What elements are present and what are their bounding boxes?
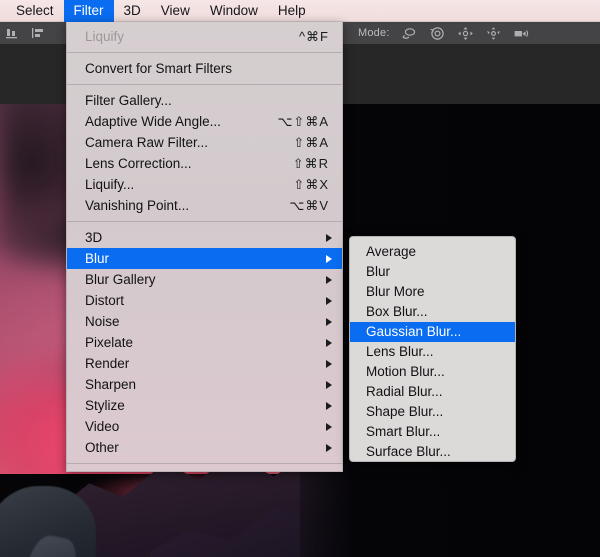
menu-bar: Select Filter 3D View Window Help [0,0,600,22]
menu-item-label: Sharpen [85,377,137,392]
chevron-right-icon [326,359,332,368]
menu-separator [67,463,342,464]
menu-item-label: Adaptive Wide Angle... [85,114,221,129]
menu-item-stylize[interactable]: Stylize [67,395,342,416]
chevron-right-icon [326,317,332,326]
menu-item-label: Blur Gallery [85,272,156,287]
submenu-item-average[interactable]: Average [350,242,515,262]
chevron-right-icon [326,275,332,284]
camera-3d-icon[interactable] [513,26,530,41]
filter-dropdown-menu: Liquify ^⌘F Convert for Smart Filters Fi… [66,22,343,472]
menu-item-label: Liquify... [85,177,135,192]
menu-item-shortcut: ⌥⇧⌘A [277,114,329,129]
menu-item-browse-filters-online[interactable]: Browse Filters Online... [67,469,342,471]
chevron-right-icon [326,254,332,263]
chevron-right-icon [326,338,332,347]
menu-item-camera-raw-filter[interactable]: Camera Raw Filter... ⇧⌘A [67,132,342,153]
menubar-item-view[interactable]: View [151,0,200,22]
submenu-item-blur[interactable]: Blur [350,262,515,282]
menu-item-label: 3D [85,230,103,245]
mode-label: Mode: [358,27,390,39]
menu-item-sharpen[interactable]: Sharpen [67,374,342,395]
align-left-icon[interactable] [30,26,46,40]
menu-item-shortcut: ^⌘F [298,29,329,44]
menu-item-shortcut: ⇧⌘A [293,135,329,150]
menu-item-vanishing-point[interactable]: Vanishing Point... ⌥⌘V [67,195,342,216]
menu-separator [67,221,342,222]
menu-item-label: Blur [85,251,110,266]
chevron-right-icon [326,422,332,431]
submenu-item-smart-blur[interactable]: Smart Blur... [350,422,515,442]
menu-item-label: Video [85,419,120,434]
menu-item-label: Noise [85,314,120,329]
menu-item-render[interactable]: Render [67,353,342,374]
menu-item-label: Stylize [85,398,125,413]
menubar-item-select[interactable]: Select [0,0,64,22]
chevron-right-icon [326,233,332,242]
menubar-item-3d[interactable]: 3D [114,0,151,22]
menu-item-label: Camera Raw Filter... [85,135,209,150]
chevron-right-icon [326,380,332,389]
menu-item-other[interactable]: Other [67,437,342,458]
submenu-item-motion-blur[interactable]: Motion Blur... [350,362,515,382]
submenu-item-blur-more[interactable]: Blur More [350,282,515,302]
menu-item-lens-correction[interactable]: Lens Correction... ⇧⌘R [67,153,342,174]
slide-3d-icon[interactable] [485,26,502,41]
orbit-3d-icon[interactable] [401,26,418,41]
menu-item-shortcut: ⌥⌘V [289,198,329,213]
menu-item-label: Convert for Smart Filters [85,61,233,76]
submenu-item-shape-blur[interactable]: Shape Blur... [350,402,515,422]
chevron-right-icon [326,296,332,305]
menu-item-distort[interactable]: Distort [67,290,342,311]
menu-separator [67,84,342,85]
menu-item-label: Other [85,440,119,455]
menu-item-label: Render [85,356,130,371]
menu-item-blur[interactable]: Blur [67,248,342,269]
submenu-item-surface-blur[interactable]: Surface Blur... [350,442,515,461]
menu-item-noise[interactable]: Noise [67,311,342,332]
menu-item-3d[interactable]: 3D [67,227,342,248]
menu-item-label: Browse Filters Online... [85,469,225,471]
menu-item-adaptive-wide-angle[interactable]: Adaptive Wide Angle... ⌥⇧⌘A [67,111,342,132]
blur-submenu: Average Blur Blur More Box Blur... Gauss… [349,236,516,462]
submenu-item-lens-blur[interactable]: Lens Blur... [350,342,515,362]
menu-item-shortcut: ⇧⌘R [292,156,329,171]
menu-item-video[interactable]: Video [67,416,342,437]
roll-3d-icon[interactable] [429,26,446,41]
menu-item-filter-gallery[interactable]: Filter Gallery... [67,90,342,111]
menu-item-shortcut: ⇧⌘X [293,177,329,192]
menubar-item-help[interactable]: Help [268,0,316,22]
menubar-item-window[interactable]: Window [200,0,268,22]
menu-item-label: Distort [85,293,125,308]
menu-item-blur-gallery[interactable]: Blur Gallery [67,269,342,290]
submenu-item-gaussian-blur[interactable]: Gaussian Blur... [350,322,515,342]
menubar-item-filter[interactable]: Filter [63,0,114,22]
menu-item-liquify-disabled: Liquify ^⌘F [67,26,342,47]
menu-item-label: Liquify [85,29,125,44]
menu-item-label: Pixelate [85,335,134,350]
menu-item-liquify[interactable]: Liquify... ⇧⌘X [67,174,342,195]
chevron-right-icon [326,401,332,410]
submenu-item-radial-blur[interactable]: Radial Blur... [350,382,515,402]
align-bottom-icon[interactable] [4,26,20,40]
menu-item-label: Filter Gallery... [85,93,172,108]
submenu-item-box-blur[interactable]: Box Blur... [350,302,515,322]
menu-item-pixelate[interactable]: Pixelate [67,332,342,353]
menu-item-label: Lens Correction... [85,156,192,171]
menu-item-label: Vanishing Point... [85,198,190,213]
menu-separator [67,52,342,53]
menu-item-convert-for-smart-filters[interactable]: Convert for Smart Filters [67,58,342,79]
pan-3d-icon[interactable] [457,26,474,41]
chevron-right-icon [326,443,332,452]
